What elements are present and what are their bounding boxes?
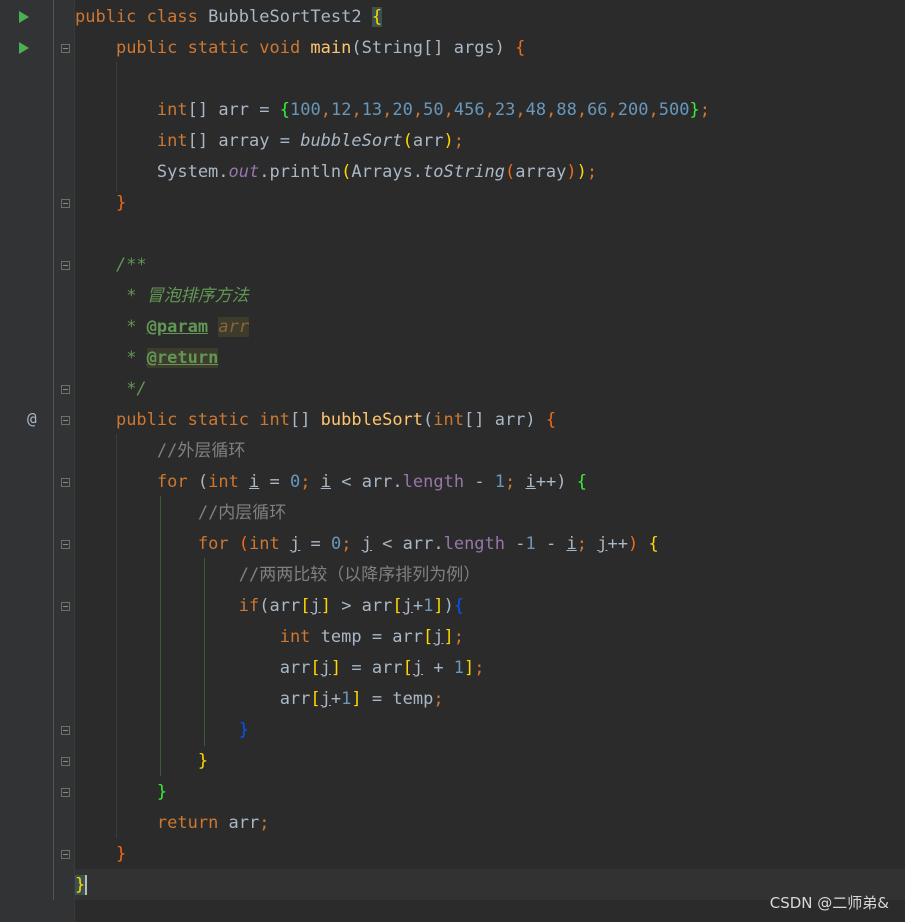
gutter xyxy=(0,0,75,922)
gutter-divider xyxy=(53,0,54,900)
code-line-17: //内层循环 xyxy=(197,503,287,523)
fold-icon[interactable] xyxy=(61,757,70,766)
code-line-25: } xyxy=(197,751,209,771)
code-line-26: } xyxy=(156,782,168,802)
code-line-12: * @return xyxy=(126,348,219,368)
fold-icon[interactable] xyxy=(61,478,70,487)
code-line-9: /** xyxy=(115,255,147,275)
code-line-11: * @param arr xyxy=(126,317,250,337)
code-line-1: public class BubbleSortTest2 { xyxy=(75,7,383,27)
code-line-4: int[] arr = {100,12,13,20,50,456,23,48,8… xyxy=(156,100,710,120)
code-line-15: //外层循环 xyxy=(156,441,246,461)
code-line-19: //两两比较（以降序排列为例） xyxy=(238,565,481,585)
code-line-6: System.out.println(Arrays.toString(array… xyxy=(75,162,598,182)
watermark: CSDN @二师弟& xyxy=(769,894,889,912)
fold-icon[interactable] xyxy=(61,850,70,859)
text-cursor xyxy=(85,875,88,895)
fold-icon[interactable] xyxy=(61,44,70,53)
fold-icon[interactable] xyxy=(61,261,70,270)
code-line-22: arr[j] = arr[j + 1]; xyxy=(75,658,485,678)
run-main-icon[interactable] xyxy=(19,42,29,54)
code-line-18: for (int j = 0; j < arr.length -1 - i; j… xyxy=(197,534,659,554)
fold-icon[interactable] xyxy=(61,788,70,797)
code-line-5: int[] array = bubbleSort(arr); xyxy=(156,131,465,151)
code-line-16: for (int i = 0; i < arr.length - 1; i++)… xyxy=(156,472,587,492)
code-line-2: public static void main(String[] args) { xyxy=(115,38,526,58)
fold-icon[interactable] xyxy=(61,602,70,611)
code-line-13: */ xyxy=(126,379,147,399)
code-line-23: arr[j+1] = temp; xyxy=(75,689,444,709)
code-line-10: * 冒泡排序方法 xyxy=(126,286,249,306)
fold-icon[interactable] xyxy=(61,199,70,208)
code-line-28: } xyxy=(115,844,127,864)
fold-icon[interactable] xyxy=(61,726,70,735)
fold-icon[interactable] xyxy=(61,540,70,549)
code-line-14: public static int[] bubbleSort(int[] arr… xyxy=(115,410,557,430)
fold-icon[interactable] xyxy=(61,416,70,425)
run-class-icon[interactable] xyxy=(19,11,29,23)
code-line-7: } xyxy=(115,193,127,213)
fold-icon[interactable] xyxy=(61,385,70,394)
code-line-20: if(arr[j] > arr[j+1]){ xyxy=(238,596,465,616)
override-marker-icon[interactable]: @ xyxy=(27,409,37,428)
code-line-21: int temp = arr[j]; xyxy=(279,627,465,647)
code-line-29: } xyxy=(75,875,88,895)
code-line-24: } xyxy=(238,720,250,740)
code-line-27: return arr; xyxy=(156,813,270,833)
